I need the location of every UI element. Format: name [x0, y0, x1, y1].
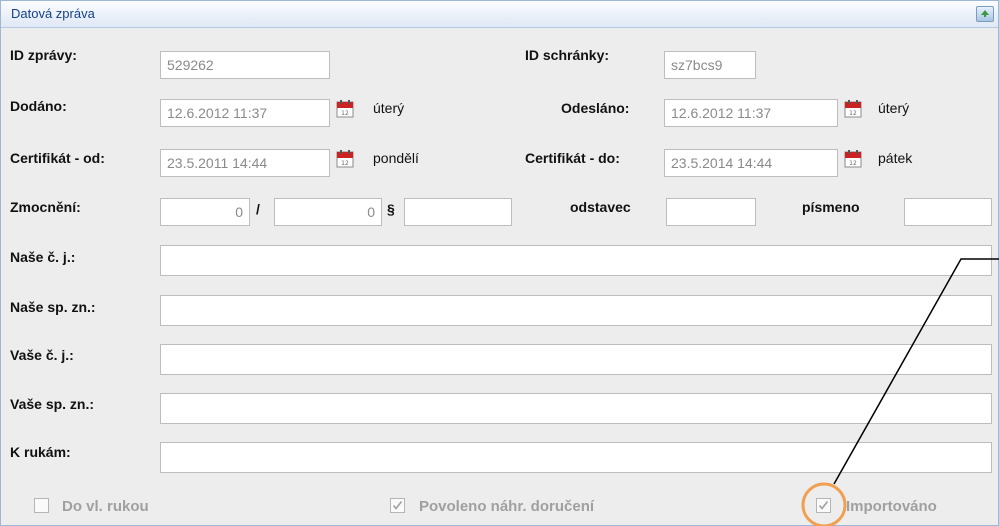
annotation-pointer-line	[833, 258, 999, 485]
annotation-overlay	[801, 258, 999, 526]
highlight-circle	[801, 482, 847, 526]
